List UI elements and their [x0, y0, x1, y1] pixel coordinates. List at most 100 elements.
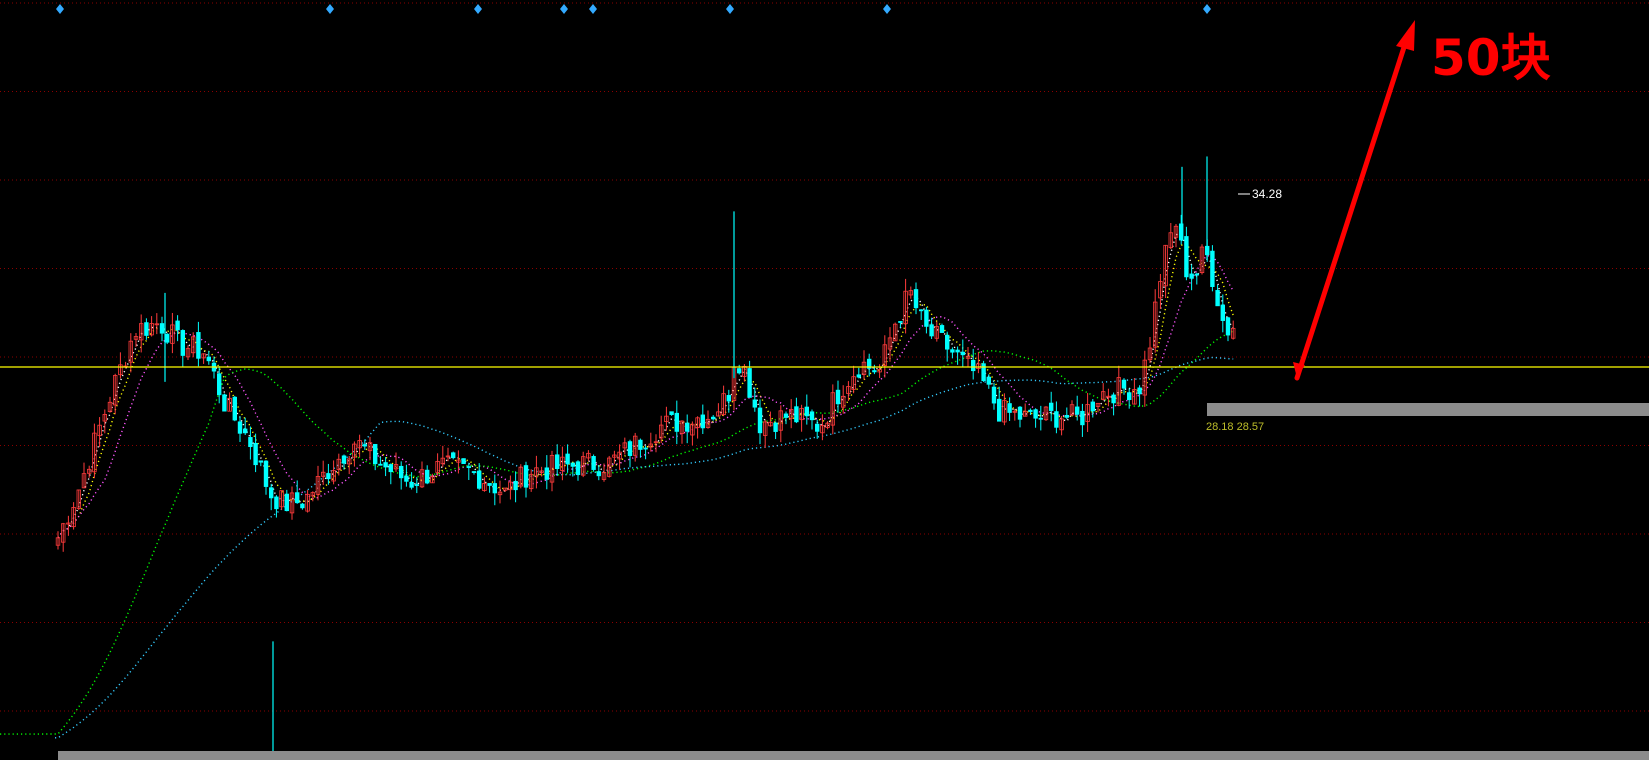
- candle-body: [565, 453, 570, 465]
- candle-body: [232, 396, 237, 421]
- signal-marker: [883, 4, 891, 14]
- candle-body: [1121, 379, 1127, 389]
- candle-body: [757, 407, 763, 434]
- candle-body: [216, 373, 222, 396]
- signal-marker: [56, 4, 64, 14]
- candle-body: [242, 428, 248, 434]
- candle-body: [1033, 409, 1038, 419]
- candle-body: [945, 334, 950, 350]
- candle-body: [1090, 401, 1095, 412]
- candle-body: [950, 349, 955, 353]
- candle-body: [294, 492, 300, 504]
- candle-body: [898, 321, 903, 323]
- candle-body: [383, 462, 388, 468]
- candle-body: [1075, 406, 1080, 415]
- candle-body: [362, 444, 367, 447]
- candlestick-chart: 28.18 28.57 34.28 50块: [0, 2, 1649, 760]
- candle-body: [1080, 410, 1085, 426]
- signal-marker: [560, 4, 568, 14]
- candle-body: [1127, 392, 1132, 401]
- candle-body: [726, 395, 731, 402]
- candle-body: [794, 406, 799, 423]
- candle-body: [685, 422, 690, 432]
- candle-body: [206, 356, 211, 362]
- candle-body: [237, 421, 243, 434]
- candle-body: [555, 454, 560, 470]
- candle-body: [398, 465, 404, 479]
- candle-body: [1017, 406, 1023, 420]
- candle-body: [674, 412, 679, 432]
- candle-body: [372, 443, 378, 465]
- candle-body: [1220, 304, 1225, 321]
- candle-body: [638, 439, 643, 450]
- ma-readout-label: 28.18 28.57: [1206, 421, 1264, 433]
- signal-marker: [1203, 4, 1211, 14]
- grid-lines: [0, 2, 1649, 712]
- candle-body: [1054, 411, 1059, 428]
- candle-body: [159, 323, 165, 334]
- candle-body: [450, 452, 456, 459]
- candle-body: [997, 398, 1002, 422]
- candle-body: [913, 289, 919, 309]
- candle-body: [326, 473, 331, 480]
- candle-body: [404, 475, 409, 482]
- candle-body: [487, 483, 492, 486]
- signal-marker: [726, 4, 734, 14]
- candle-body: [596, 471, 601, 477]
- candle-body: [268, 487, 274, 499]
- candle-body: [341, 455, 347, 464]
- candle-body: [835, 389, 841, 405]
- candle-body: [253, 442, 258, 466]
- candle-body: [544, 467, 549, 480]
- candle-body: [492, 483, 497, 494]
- candle-body: [180, 330, 185, 356]
- candle-body: [1215, 290, 1220, 307]
- candle-body: [955, 349, 960, 353]
- candle-body: [591, 456, 596, 470]
- candle-body: [783, 413, 789, 418]
- candle-body: [409, 481, 414, 488]
- candle-body: [1007, 403, 1012, 413]
- ma-line-10: [57, 243, 1234, 539]
- target-arrow: [1293, 20, 1415, 381]
- candle-body: [523, 465, 529, 488]
- candle-body: [1064, 414, 1069, 418]
- candle-body: [513, 480, 518, 491]
- signal-marker: [474, 4, 482, 14]
- candle-body: [669, 411, 674, 415]
- candle-body: [919, 309, 924, 312]
- high-price-label: 34.28: [1252, 187, 1282, 201]
- candle-body: [986, 376, 991, 385]
- candle-body: [1210, 250, 1215, 287]
- candle-body: [773, 422, 778, 432]
- candle-body: [284, 493, 289, 512]
- candle-body: [971, 359, 976, 372]
- candle-body: [388, 464, 393, 473]
- candle-body: [960, 351, 965, 356]
- candle-body: [752, 399, 757, 408]
- candle-body: [1049, 402, 1054, 411]
- candle-body: [1038, 417, 1043, 420]
- candle-body: [939, 325, 945, 333]
- candle-body: [1225, 317, 1231, 336]
- candle-body: [471, 471, 477, 473]
- candle-body: [643, 447, 648, 450]
- candle-body: [1194, 273, 1199, 276]
- candle-body: [476, 470, 482, 489]
- support-zone-bar: [1207, 403, 1649, 416]
- candle-body: [627, 441, 633, 456]
- candle-body: [1189, 273, 1194, 279]
- target-price-label: 50块: [1431, 29, 1551, 87]
- candle-body: [1184, 236, 1189, 278]
- candle-body: [991, 386, 997, 404]
- candle-body: [164, 333, 170, 343]
- candle-body: [747, 368, 752, 398]
- candle-body: [378, 463, 383, 466]
- candle-body: [804, 406, 809, 417]
- candle-body: [575, 461, 581, 476]
- candle-body: [700, 414, 705, 429]
- candles: [55, 156, 1236, 760]
- ma-line-5: [57, 232, 1234, 539]
- candle-body: [414, 484, 419, 486]
- ma-line-20: [57, 255, 1234, 539]
